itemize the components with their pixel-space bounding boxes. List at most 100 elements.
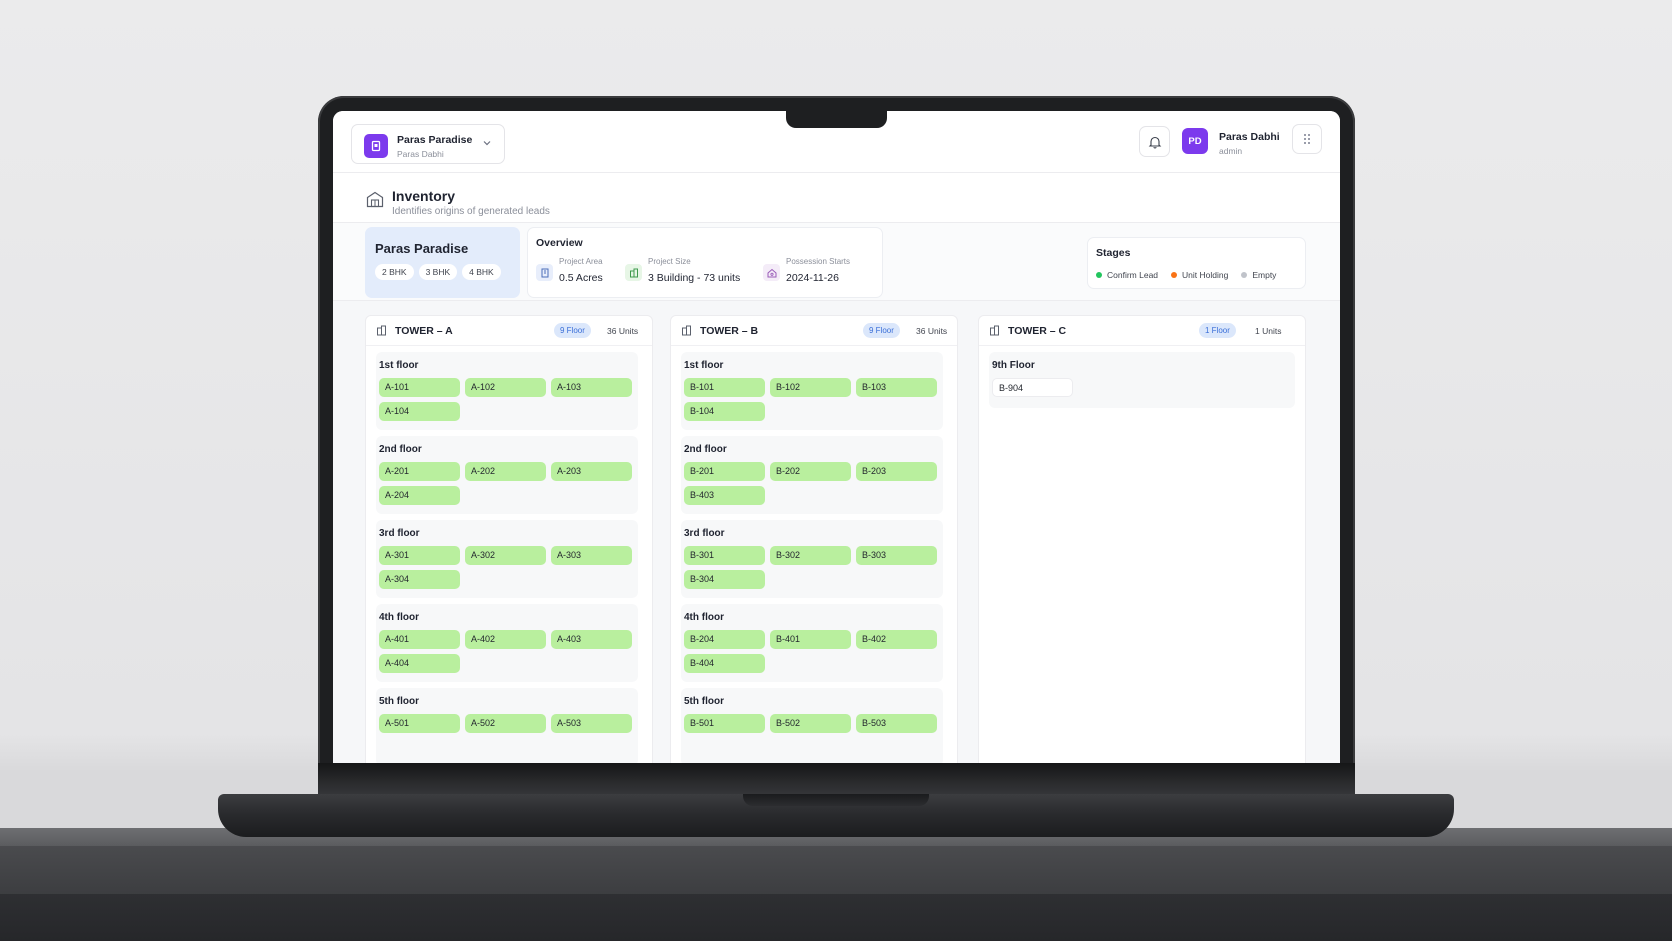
unit-chip[interactable]: B-303 [856, 546, 937, 565]
summary-section: Paras Paradise 2 BHK 3 BHK 4 BHK Overvie… [333, 223, 1340, 301]
unit-count: 36 Units [916, 326, 948, 336]
tower-header: TOWER – C 1 Floor 1 Units [979, 316, 1305, 346]
floor-count-badge: 9 Floor [554, 323, 591, 338]
unit-chip[interactable]: B-204 [684, 630, 765, 649]
unit-chip[interactable]: A-202 [465, 462, 546, 481]
unit-chip[interactable]: A-402 [465, 630, 546, 649]
tower-header: TOWER – A 9 Floor 36 Units [366, 316, 652, 346]
project-card-title: Paras Paradise [375, 241, 469, 256]
stage-empty[interactable]: Empty [1241, 270, 1276, 280]
bhk-tag[interactable]: 2 BHK [375, 264, 414, 280]
floor-name: 2nd floor [684, 444, 727, 455]
floor-count-badge: 9 Floor [863, 323, 900, 338]
unit-chip[interactable]: A-101 [379, 378, 460, 397]
unit-chip[interactable]: A-502 [465, 714, 546, 733]
floor-name: 4th floor [684, 612, 724, 623]
bhk-tag[interactable]: 3 BHK [418, 264, 458, 280]
unit-chip[interactable]: B-503 [856, 714, 937, 733]
floor-name: 2nd floor [379, 444, 422, 455]
unit-chip[interactable]: A-401 [379, 630, 460, 649]
floor-name: 5th floor [379, 696, 419, 707]
unit-chip[interactable]: B-103 [856, 378, 937, 397]
user-name: Paras Dabhi [1219, 131, 1280, 143]
avatar[interactable]: PD [1182, 128, 1208, 154]
chevron-down-icon [483, 141, 491, 146]
unit-chip[interactable]: B-202 [770, 462, 851, 481]
dots-grid-icon [1304, 134, 1310, 144]
unit-chip[interactable]: B-403 [684, 486, 765, 505]
project-card[interactable]: Paras Paradise 2 BHK 3 BHK 4 BHK [365, 227, 520, 298]
bhk-tags: 2 BHK 3 BHK 4 BHK [375, 264, 501, 280]
floor-block: 3rd floor A-301 A-302 A-303 A-304 [376, 520, 638, 598]
apps-menu-button[interactable] [1292, 124, 1322, 154]
unit-chip[interactable]: B-904 [992, 378, 1073, 397]
stages-list: Confirm Lead Unit Holding Empty [1096, 270, 1276, 280]
unit-chip[interactable]: A-403 [551, 630, 632, 649]
tower-column-b: TOWER – B 9 Floor 36 Units 1st floor B-1… [670, 315, 958, 763]
floor-name: 3rd floor [379, 528, 420, 539]
unit-chip[interactable]: B-501 [684, 714, 765, 733]
camera-notch [786, 108, 887, 128]
bell-icon [1148, 136, 1161, 149]
tower-name: TOWER – C [1008, 325, 1067, 337]
floor-block: 3rd floor B-301 B-302 B-303 B-304 [681, 520, 943, 598]
unit-chip[interactable]: B-502 [770, 714, 851, 733]
overview-label: Project Area [559, 257, 603, 266]
unit-chip[interactable]: B-104 [684, 402, 765, 421]
stage-confirm-lead[interactable]: Confirm Lead [1096, 270, 1158, 280]
floor-count-badge: 1 Floor [1199, 323, 1236, 338]
notification-bell-button[interactable] [1139, 126, 1170, 157]
unit-chip[interactable]: A-303 [551, 546, 632, 565]
floor-name: 3rd floor [684, 528, 725, 539]
unit-chip[interactable]: A-501 [379, 714, 460, 733]
page-subtitle: Identifies origins of generated leads [392, 206, 550, 217]
unit-chip[interactable]: A-104 [379, 402, 460, 421]
unit-chip[interactable]: A-102 [465, 378, 546, 397]
stage-label: Unit Holding [1182, 270, 1229, 280]
floor-name: 9th Floor [992, 360, 1035, 371]
unit-chip[interactable]: B-402 [856, 630, 937, 649]
unit-chip[interactable]: A-103 [551, 378, 632, 397]
unit-chip[interactable]: B-101 [684, 378, 765, 397]
floor-name: 4th floor [379, 612, 419, 623]
tower-name: TOWER – B [700, 325, 759, 337]
unit-chip[interactable]: B-301 [684, 546, 765, 565]
unit-chip[interactable]: B-401 [770, 630, 851, 649]
unit-count: 1 Units [1255, 326, 1282, 336]
unit-chip[interactable]: A-304 [379, 570, 460, 589]
unit-chip[interactable]: B-102 [770, 378, 851, 397]
floor-block: 5th floor B-501 B-502 B-503 [681, 688, 943, 763]
unit-chip[interactable]: A-203 [551, 462, 632, 481]
floor-block: 4th floor A-401 A-402 A-403 A-404 [376, 604, 638, 682]
page-title: Inventory [392, 188, 456, 204]
floor-block: 5th floor A-501 A-502 A-503 [376, 688, 638, 763]
page-header: Inventory Identifies origins of generate… [333, 173, 1340, 223]
unit-chip[interactable]: B-201 [684, 462, 765, 481]
floor-name: 5th floor [684, 696, 724, 707]
unit-chip[interactable]: B-404 [684, 654, 765, 673]
overview-label: Project Size [648, 257, 691, 266]
overview-card: Overview Project Area 0.5 Acres Project … [527, 227, 883, 298]
unit-chip[interactable]: A-503 [551, 714, 632, 733]
unit-chip[interactable]: A-201 [379, 462, 460, 481]
tower-name: TOWER – A [395, 325, 453, 337]
project-switcher[interactable]: Paras Paradise Paras Dabhi [351, 124, 505, 164]
stage-unit-holding[interactable]: Unit Holding [1171, 270, 1228, 280]
tower-column-a: TOWER – A 9 Floor 36 Units 1st floor A-1… [365, 315, 653, 763]
floor-block: 1st floor A-101 A-102 A-103 A-104 [376, 352, 638, 430]
unit-chip[interactable]: B-304 [684, 570, 765, 589]
overview-value: 2024-11-26 [786, 272, 839, 284]
unit-chip[interactable]: A-301 [379, 546, 460, 565]
unit-chip[interactable]: A-204 [379, 486, 460, 505]
bhk-tag[interactable]: 4 BHK [462, 264, 501, 280]
unit-chip[interactable]: A-302 [465, 546, 546, 565]
status-dot-icon [1171, 272, 1178, 278]
overview-title: Overview [536, 237, 583, 249]
unit-chip[interactable]: A-404 [379, 654, 460, 673]
unit-chip[interactable]: B-302 [770, 546, 851, 565]
unit-chip[interactable]: B-203 [856, 462, 937, 481]
desk-front [0, 846, 1672, 941]
laptop-chin [318, 763, 1355, 796]
status-dot-icon [1096, 272, 1102, 278]
floor-block: 4th floor B-204 B-401 B-402 B-404 [681, 604, 943, 682]
